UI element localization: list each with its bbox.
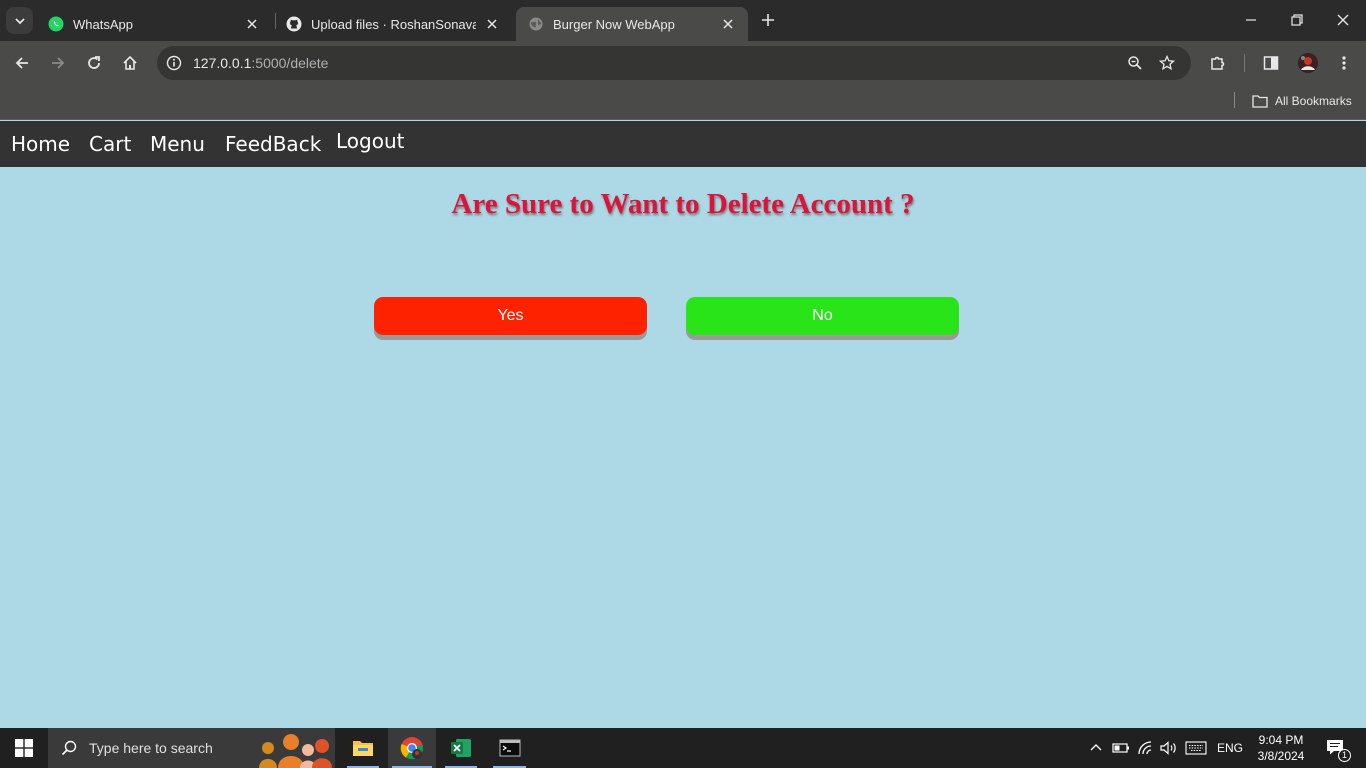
tab-title: Burger Now WebApp bbox=[553, 16, 675, 32]
chevron-down-icon bbox=[14, 17, 25, 24]
bookmarks-bar: All Bookmarks bbox=[0, 85, 1366, 120]
browser-tab-strip: WhatsApp Upload files · RoshanSonavane/ … bbox=[0, 0, 1366, 41]
touch-keyboard-tray[interactable] bbox=[1183, 728, 1209, 768]
browser-menu-button[interactable] bbox=[1330, 49, 1358, 77]
minimize-icon bbox=[1246, 19, 1256, 21]
site-navbar: Home Cart Menu FeedBack Logout bbox=[0, 121, 1366, 167]
nav-logout[interactable]: Logout bbox=[336, 129, 404, 153]
keyboard-icon bbox=[1185, 741, 1207, 755]
home-button[interactable] bbox=[116, 49, 144, 77]
browser-toolbar: 127.0.0.1:5000/delete bbox=[0, 41, 1366, 85]
url-path: :5000/delete bbox=[251, 55, 329, 71]
taskbar-chrome[interactable] bbox=[388, 728, 436, 768]
yes-button[interactable]: Yes bbox=[374, 297, 647, 335]
close-icon[interactable] bbox=[484, 16, 500, 32]
bookmark-star-icon[interactable] bbox=[1158, 54, 1176, 72]
search-icon bbox=[61, 740, 77, 756]
reload-button[interactable] bbox=[80, 49, 108, 77]
chrome-icon bbox=[400, 737, 424, 760]
toolbar-separator bbox=[1244, 54, 1245, 72]
folder-icon bbox=[353, 741, 373, 756]
reload-icon bbox=[88, 56, 100, 69]
arrow-right-icon bbox=[52, 57, 65, 69]
all-bookmarks-label: All Bookmarks bbox=[1275, 94, 1352, 108]
nav-cart[interactable]: Cart bbox=[89, 132, 131, 156]
close-icon bbox=[1337, 14, 1349, 26]
new-tab-button[interactable] bbox=[758, 10, 778, 30]
language-indicator[interactable]: ENG bbox=[1214, 728, 1246, 768]
side-panel-icon bbox=[1263, 56, 1279, 70]
whatsapp-icon bbox=[48, 16, 64, 32]
notification-count-badge: 1 bbox=[1338, 749, 1351, 762]
back-button[interactable] bbox=[8, 49, 36, 77]
close-icon[interactable] bbox=[720, 16, 736, 32]
start-button[interactable] bbox=[0, 728, 48, 768]
side-panel-button[interactable] bbox=[1257, 49, 1285, 77]
zoom-icon[interactable] bbox=[1126, 54, 1144, 72]
taskbar-search-placeholder: Type here to search bbox=[89, 740, 213, 756]
volume-tray[interactable] bbox=[1158, 728, 1180, 768]
windows-taskbar: Type here to search ENG 9:04 PM 3/8/2024… bbox=[0, 728, 1366, 768]
url-host: 127.0.0.1 bbox=[193, 55, 252, 71]
all-bookmarks-button[interactable]: All Bookmarks bbox=[1252, 92, 1352, 110]
plus-icon bbox=[762, 14, 774, 26]
network-tray[interactable] bbox=[1136, 728, 1156, 768]
arrow-left-icon bbox=[15, 57, 28, 69]
tab-title: WhatsApp bbox=[73, 16, 133, 32]
taskbar-excel[interactable] bbox=[441, 728, 481, 768]
home-icon bbox=[123, 55, 137, 70]
taskbar-file-explorer[interactable] bbox=[343, 728, 383, 768]
extensions-button[interactable] bbox=[1204, 49, 1232, 77]
chevron-up-icon bbox=[1090, 744, 1102, 751]
clock-time: 9:04 PM bbox=[1258, 733, 1304, 747]
minimize-button[interactable] bbox=[1228, 0, 1274, 40]
profile-avatar[interactable] bbox=[1294, 49, 1322, 77]
nav-feedback[interactable]: FeedBack bbox=[225, 132, 321, 156]
battery-icon bbox=[1112, 743, 1129, 753]
tab-whatsapp[interactable]: WhatsApp bbox=[36, 7, 272, 41]
site-info-icon[interactable] bbox=[165, 54, 183, 72]
taskbar-search[interactable]: Type here to search bbox=[48, 728, 335, 768]
terminal-icon bbox=[499, 739, 520, 757]
nav-home[interactable]: Home bbox=[11, 132, 70, 156]
tab-burger-now[interactable]: Burger Now WebApp bbox=[516, 7, 748, 41]
avatar-icon bbox=[1298, 53, 1318, 73]
battery-tray[interactable] bbox=[1111, 728, 1131, 768]
search-highlight-illustration-icon bbox=[259, 734, 332, 768]
taskbar-clock[interactable]: 9:04 PM 3/8/2024 bbox=[1252, 732, 1310, 764]
tab-github[interactable]: Upload files · RoshanSonavane/ bbox=[274, 7, 512, 41]
tab-title: Upload files · RoshanSonavane/ bbox=[311, 16, 476, 32]
taskbar-terminal[interactable] bbox=[489, 728, 530, 768]
more-vertical-icon bbox=[1342, 56, 1346, 70]
globe-icon bbox=[528, 16, 544, 32]
speaker-icon bbox=[1160, 741, 1176, 755]
address-bar[interactable]: 127.0.0.1:5000/delete bbox=[157, 46, 1191, 80]
wifi-icon bbox=[1138, 741, 1152, 755]
tab-search-button[interactable] bbox=[6, 7, 33, 34]
no-button[interactable]: No bbox=[686, 297, 959, 335]
excel-icon bbox=[451, 739, 471, 757]
close-icon[interactable] bbox=[244, 16, 260, 32]
github-icon bbox=[286, 16, 302, 32]
puzzle-icon bbox=[1211, 56, 1225, 70]
forward-button[interactable] bbox=[44, 49, 72, 77]
windows-logo-icon bbox=[15, 739, 33, 757]
restore-button[interactable] bbox=[1274, 0, 1320, 40]
window-close-button[interactable] bbox=[1320, 0, 1366, 40]
restore-icon bbox=[1291, 14, 1303, 26]
page-title: Are Sure to Want to Delete Account ? bbox=[451, 188, 915, 220]
clock-date: 3/8/2024 bbox=[1257, 749, 1305, 763]
folder-icon bbox=[1252, 95, 1268, 108]
bookmarks-separator bbox=[1234, 92, 1235, 108]
url-text[interactable]: 127.0.0.1:5000/delete bbox=[193, 55, 328, 71]
nav-menu[interactable]: Menu bbox=[150, 132, 205, 156]
show-hidden-icons[interactable] bbox=[1086, 728, 1106, 768]
notification-center[interactable]: 1 bbox=[1318, 728, 1354, 768]
